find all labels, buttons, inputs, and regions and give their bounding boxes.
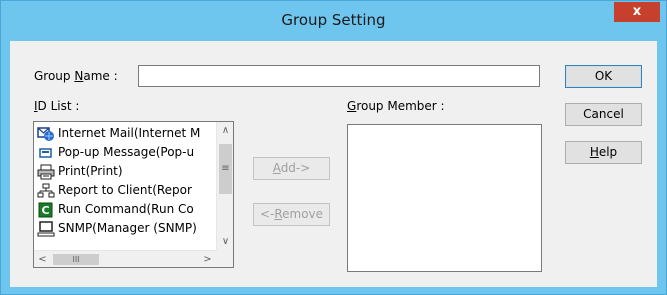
ok-button[interactable]: OK xyxy=(565,65,642,88)
group-setting-dialog: Group Setting x Group Name : OK Cancel H… xyxy=(0,0,667,295)
internet-mail-icon xyxy=(37,126,54,141)
close-button[interactable]: x xyxy=(614,2,660,22)
svg-text:C: C xyxy=(41,204,49,217)
network-report-icon xyxy=(37,183,55,197)
id-list-box[interactable]: Internet Mail(Internet M Pop-up Message(… xyxy=(33,121,234,268)
list-vertical-scrollbar[interactable]: ∧ ≡ ∨ xyxy=(216,122,233,250)
group-name-input[interactable] xyxy=(138,65,540,87)
group-member-label: Group Member : xyxy=(347,99,445,113)
list-item[interactable]: C Run Command(Run Co xyxy=(34,200,214,219)
dialog-title: Group Setting xyxy=(281,11,386,29)
list-item[interactable]: SNMP(Manager (SNMP) xyxy=(34,219,214,238)
title-bar[interactable]: Group Setting x xyxy=(1,1,666,41)
list-item[interactable]: Report to Client(Repor xyxy=(34,181,214,200)
horizontal-scroll-thumb[interactable]: III xyxy=(53,254,99,265)
list-horizontal-scrollbar[interactable]: < III > xyxy=(34,250,216,267)
list-item[interactable]: Print(Print) xyxy=(34,162,214,181)
run-command-icon: C xyxy=(38,202,53,217)
cancel-button[interactable]: Cancel xyxy=(565,103,642,126)
scroll-right-icon[interactable]: > xyxy=(199,251,216,267)
scroll-down-icon[interactable]: ∨ xyxy=(217,233,233,250)
printer-icon xyxy=(37,164,55,179)
id-list-label: ID List : xyxy=(34,99,80,113)
list-item[interactable]: Internet Mail(Internet M xyxy=(34,124,214,143)
group-member-list[interactable] xyxy=(347,124,542,272)
computer-icon xyxy=(37,220,55,236)
add-button[interactable]: Add-> xyxy=(253,157,330,180)
remove-button[interactable]: <-Remove xyxy=(253,203,330,226)
popup-message-icon xyxy=(39,147,52,158)
help-button[interactable]: Help xyxy=(565,141,642,164)
scroll-thumb[interactable]: ≡ xyxy=(219,144,232,194)
scrollbar-corner xyxy=(216,250,233,267)
scroll-left-icon[interactable]: < xyxy=(34,251,51,267)
scroll-up-icon[interactable]: ∧ xyxy=(217,122,233,139)
list-item[interactable]: Pop-up Message(Pop-u xyxy=(34,143,214,162)
dialog-body: Group Name : OK Cancel Help ID List : In… xyxy=(10,41,657,287)
group-name-label: Group Name : xyxy=(34,69,118,83)
